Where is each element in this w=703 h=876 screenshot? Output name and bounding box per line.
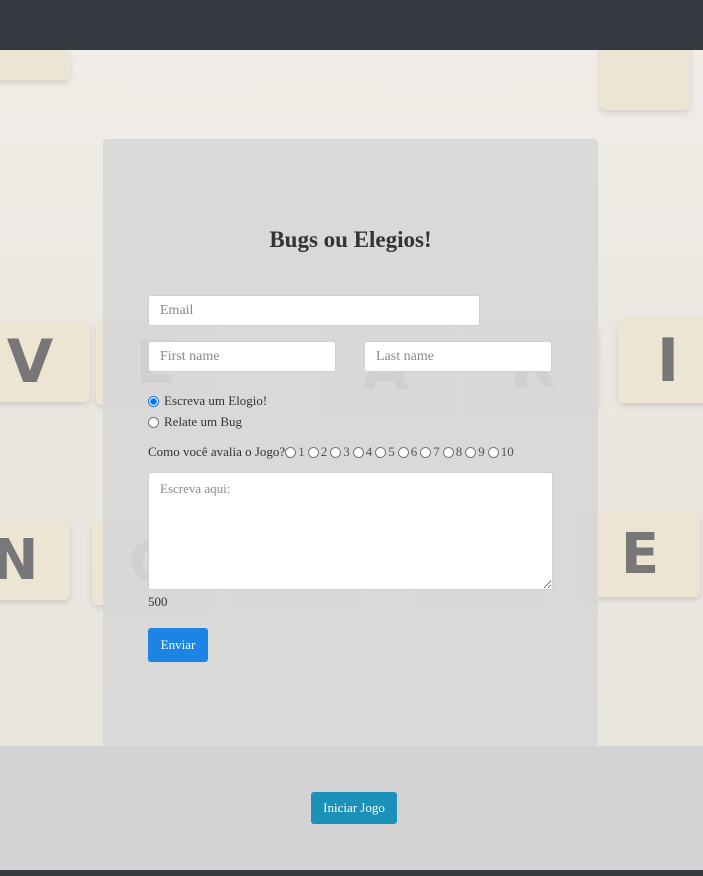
rating-option-5[interactable]: 5 [375, 444, 398, 460]
rating-number: 7 [433, 444, 440, 459]
footer-bar [0, 870, 703, 876]
top-navbar [0, 0, 703, 50]
rating-radio[interactable] [397, 446, 409, 458]
rating-radio[interactable] [285, 446, 297, 458]
rating-radio[interactable] [487, 446, 499, 458]
rating-option-9[interactable]: 9 [465, 444, 488, 460]
rating-number: 10 [500, 444, 514, 459]
hero-background: V E A R I N G A G E Bugs ou Elegios! Esc… [0, 50, 703, 746]
radio-praise-input[interactable] [148, 395, 159, 407]
first-name-field[interactable] [148, 341, 336, 372]
radio-bug-input[interactable] [148, 416, 159, 428]
lower-section: Iniciar Jogo [0, 746, 703, 870]
rating-radio[interactable] [375, 446, 387, 458]
rating-number: 5 [388, 444, 395, 459]
rating-number: 4 [365, 444, 373, 459]
rating-option-8[interactable]: 8 [442, 444, 466, 460]
rating-option-1[interactable]: 1 [285, 444, 308, 460]
rating-option-3[interactable]: 3 [330, 444, 353, 460]
rating-radio[interactable] [307, 446, 319, 458]
rating-number: 3 [343, 444, 350, 459]
rating-option-4[interactable]: 4 [352, 444, 376, 460]
email-field[interactable] [148, 295, 480, 326]
rating-number: 2 [320, 444, 328, 459]
rating-radio[interactable] [442, 446, 454, 458]
message-textarea[interactable] [148, 472, 553, 590]
last-name-field[interactable] [364, 341, 552, 372]
submit-button[interactable]: Enviar [148, 628, 208, 662]
rating-number: 1 [298, 444, 305, 459]
form-title: Bugs ou Elegios! [269, 227, 432, 252]
rating-radio[interactable] [465, 446, 477, 458]
rating-radio[interactable] [330, 446, 342, 458]
radio-praise-label: Escreva um Elogio! [164, 393, 268, 408]
rating-option-6[interactable]: 6 [397, 444, 421, 460]
feedback-card: Bugs ou Elegios! Escreva um Elogio! Rela… [103, 139, 598, 746]
rating-number: 8 [455, 444, 463, 459]
radio-bug[interactable]: Relate um Bug [148, 414, 242, 430]
rating-option-7[interactable]: 7 [420, 444, 443, 460]
radio-bug-label: Relate um Bug [164, 414, 242, 429]
rating-radio[interactable] [352, 446, 364, 458]
rating-group: Como você avalia o Jogo? 1 2 3 4 5 6 7 8… [148, 444, 554, 460]
char-counter: 500 [148, 594, 168, 609]
rating-option-2[interactable]: 2 [307, 444, 331, 460]
rating-label: Como você avalia o Jogo? [148, 444, 286, 459]
rating-radio[interactable] [420, 446, 432, 458]
radio-praise[interactable]: Escreva um Elogio! [148, 393, 267, 409]
start-game-button[interactable]: Iniciar Jogo [311, 792, 397, 824]
rating-option-10[interactable]: 10 [487, 444, 517, 460]
rating-number: 6 [410, 444, 418, 459]
rating-number: 9 [478, 444, 485, 459]
